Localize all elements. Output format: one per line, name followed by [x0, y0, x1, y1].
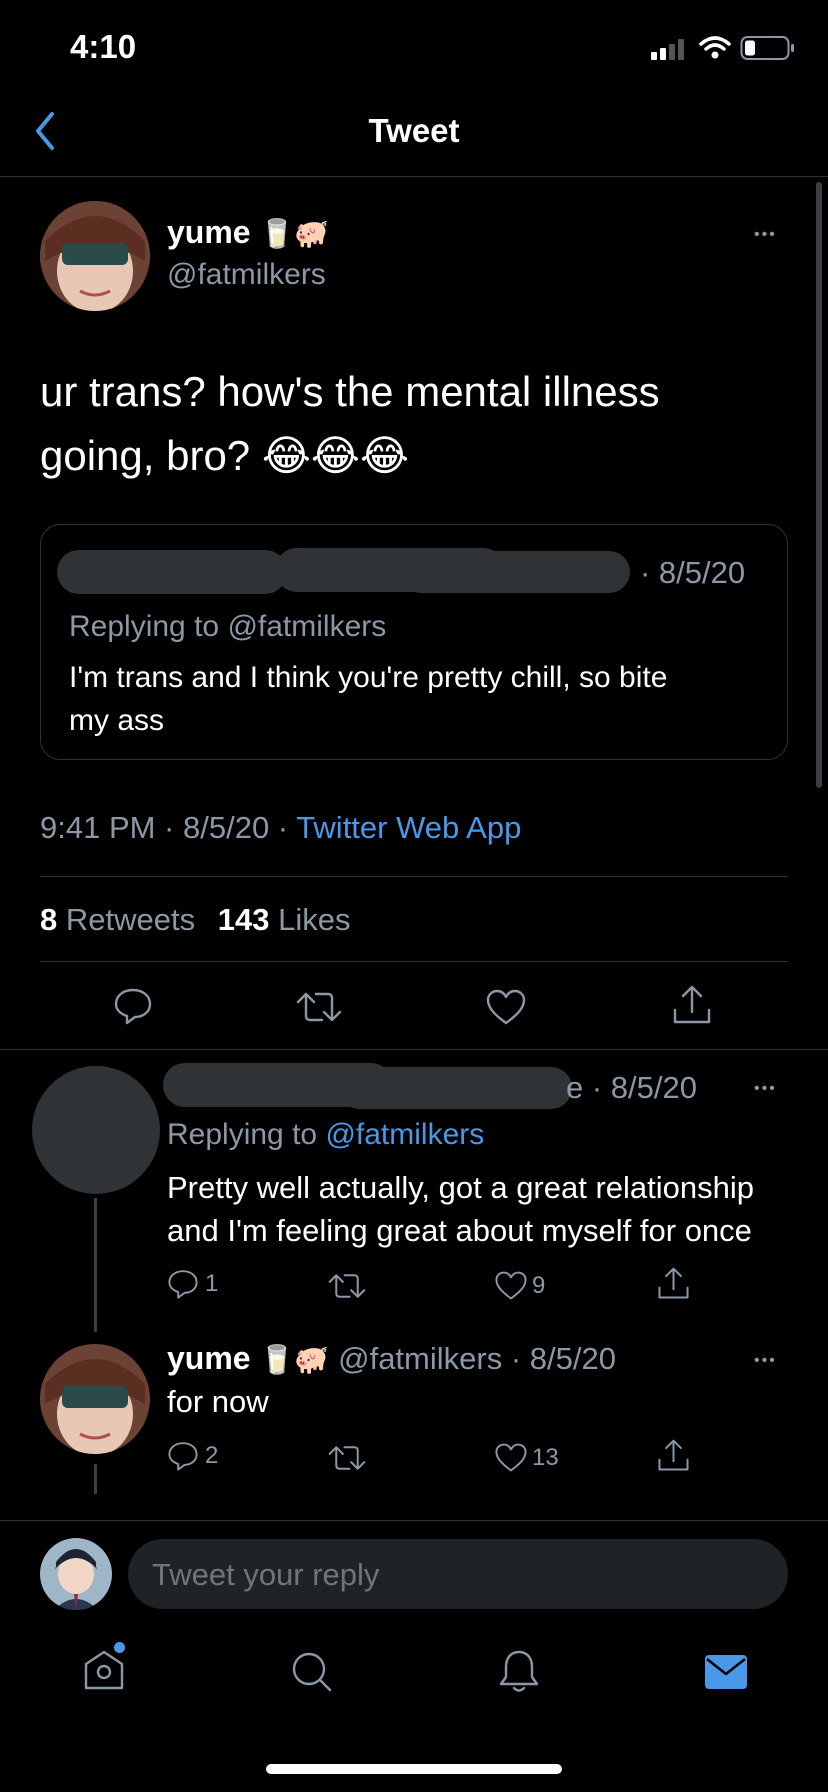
reply-input[interactable]: Tweet your reply	[128, 1539, 788, 1609]
retweet-button[interactable]	[296, 988, 342, 1026]
more-options-button[interactable]: •••	[754, 1080, 777, 1098]
header-divider	[0, 176, 828, 177]
retweet-icon	[328, 1446, 366, 1470]
tab-notifications[interactable]	[498, 1648, 540, 1694]
author-avatar[interactable]	[40, 201, 150, 311]
wifi-icon	[699, 36, 731, 60]
share-button[interactable]	[672, 984, 712, 1026]
redacted-name	[57, 550, 287, 594]
reply-avatar[interactable]	[32, 1066, 160, 1194]
reply-author-date: e · 8/5/20	[566, 1070, 697, 1105]
reply-count: 1	[205, 1270, 219, 1297]
divider	[40, 961, 788, 962]
notification-dot	[114, 1642, 125, 1653]
search-icon	[292, 1652, 332, 1692]
share-button[interactable]	[657, 1438, 690, 1473]
share-icon	[658, 1267, 689, 1299]
tweet-stats: 8 Retweets 143 Likes	[40, 902, 350, 938]
reply-text: for now	[167, 1384, 269, 1419]
tweet-text-line: ur trans? how's the mental illness	[40, 368, 660, 415]
battery-icon	[740, 35, 796, 61]
like-button[interactable]	[485, 988, 527, 1026]
like-count: 13	[532, 1443, 559, 1471]
more-options-button[interactable]: •••	[754, 1352, 777, 1370]
reply-count: 2	[205, 1442, 219, 1469]
divider	[0, 1049, 828, 1050]
more-options-button[interactable]: •••	[754, 226, 777, 244]
likes-stat[interactable]: 143 Likes	[218, 902, 351, 937]
reply-button[interactable]	[113, 986, 153, 1026]
share-icon	[658, 1439, 689, 1471]
reply-button[interactable]: 1	[167, 1268, 218, 1300]
heart-icon	[486, 989, 526, 1025]
author-name: yume	[167, 214, 251, 250]
like-button[interactable]: 13	[494, 1442, 559, 1473]
reply-text: Pretty well actually, got a great relati…	[167, 1170, 755, 1248]
quote-text: I'm trans and I think you're pretty chil…	[69, 661, 668, 737]
author-avatar[interactable]	[40, 1344, 150, 1454]
share-button[interactable]	[657, 1266, 690, 1301]
heart-icon	[495, 1271, 527, 1300]
tab-home[interactable]	[82, 1642, 126, 1692]
thread-line	[94, 1464, 97, 1494]
reply-icon	[114, 988, 152, 1025]
author-name[interactable]: yume	[167, 1340, 251, 1376]
tweet-text-line: going, bro? 😂😂😂	[40, 432, 410, 479]
tweet-meta: 9:41 PM · 8/5/20 · Twitter Web App	[40, 810, 521, 846]
tweet-source-link[interactable]: Twitter Web App	[296, 810, 521, 845]
reply-button[interactable]: 2	[167, 1440, 218, 1472]
tab-messages[interactable]	[704, 1654, 748, 1690]
reply2-header: yume 🥛🐖 @fatmilkers · 8/5/20	[167, 1340, 616, 1377]
author-name-row[interactable]: yume 🥛🐖	[167, 214, 329, 251]
retweets-stat[interactable]: 8 Retweets	[40, 902, 204, 937]
retweet-button[interactable]	[328, 1270, 366, 1302]
tweet-text: ur trans? how's the mental illness going…	[40, 360, 660, 488]
quote-date: · 8/5/20	[640, 555, 746, 590]
thread-line	[94, 1198, 97, 1332]
signal-icon	[651, 38, 689, 60]
retweet-icon	[296, 992, 342, 1022]
bell-icon	[499, 1650, 539, 1692]
retweet-button[interactable]	[328, 1442, 366, 1474]
like-count: 9	[532, 1271, 546, 1299]
reply-icon	[168, 1270, 198, 1299]
share-icon	[673, 985, 711, 1024]
reply-replying-to: Replying to @fatmilkers	[167, 1118, 485, 1151]
heart-icon	[495, 1443, 527, 1472]
tweet-timestamp: 9:41 PM · 8/5/20 ·	[40, 810, 289, 845]
mail-icon	[705, 1655, 747, 1689]
author-handle: @fatmilkers	[167, 258, 326, 291]
reply-icon	[168, 1442, 198, 1471]
mention-link[interactable]: @fatmilkers	[325, 1118, 484, 1151]
redacted-name	[400, 551, 630, 593]
reply-input-placeholder: Tweet your reply	[152, 1557, 380, 1592]
status-time: 4:10	[70, 28, 137, 65]
author-emojis: 🥛🐖	[259, 1344, 330, 1375]
home-indicator	[266, 1764, 562, 1774]
retweet-icon	[328, 1274, 366, 1298]
user-avatar[interactable]	[40, 1538, 112, 1610]
page-title: Tweet	[368, 112, 460, 149]
divider	[40, 876, 788, 877]
quote-replying-to: Replying to @fatmilkers	[69, 610, 387, 643]
redacted-name	[338, 1067, 572, 1109]
author-emojis: 🥛🐖	[259, 218, 330, 249]
divider	[0, 1520, 828, 1521]
scrollbar[interactable]	[816, 182, 822, 788]
like-button[interactable]: 9	[494, 1270, 545, 1301]
tab-search[interactable]	[290, 1650, 334, 1694]
author-handle-date: @fatmilkers · 8/5/20	[338, 1341, 616, 1376]
